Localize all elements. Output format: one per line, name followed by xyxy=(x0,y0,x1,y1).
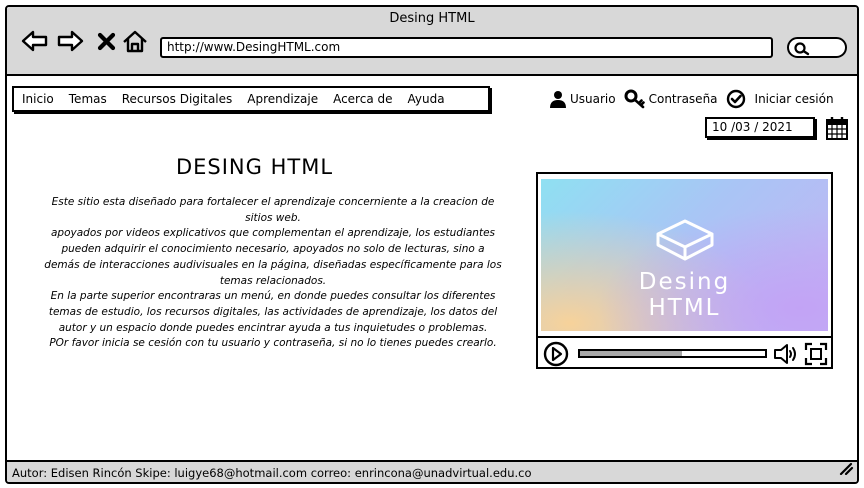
menu-item-recursos-digitales[interactable]: Recursos Digitales xyxy=(122,92,233,106)
video-logo-line2: HTML xyxy=(648,295,721,321)
status-bar: Autor: Edisen Rincón Skipe: luigye68@hot… xyxy=(7,460,857,482)
intro-paragraph: POr favor inicia se cesión con tu usuari… xyxy=(49,337,497,350)
login-area: Usuario Contraseña Iniciar cesión xyxy=(549,89,842,109)
user-link[interactable]: Usuario xyxy=(549,90,616,108)
fullscreen-icon[interactable] xyxy=(804,342,828,370)
video-player[interactable]: Desing HTML xyxy=(536,172,833,369)
intro-paragraph: apoyados por videos explicativos que com… xyxy=(44,227,502,287)
video-progress-fill xyxy=(580,351,682,356)
intro-paragraph: En la parte superior encontraras un menú… xyxy=(48,290,498,334)
video-controls xyxy=(538,336,831,367)
home-icon[interactable] xyxy=(121,27,149,55)
page-title: DESING HTML xyxy=(175,155,334,179)
intro-paragraph: Este sitio esta diseñado para fortalecer… xyxy=(51,196,495,224)
menu-item-inicio[interactable]: Inicio xyxy=(22,92,54,106)
video-logo: Desing HTML xyxy=(541,217,828,321)
window-title: Desing HTML xyxy=(389,11,475,26)
date-field[interactable]: 10 /03 / 2021 xyxy=(705,117,815,138)
menu-item-aprendizaje[interactable]: Aprendizaje xyxy=(247,92,318,106)
menu-item-ayuda[interactable]: Ayuda xyxy=(408,92,445,106)
menu-item-acerca-de[interactable]: Acerca de xyxy=(333,92,392,106)
calendar-icon[interactable] xyxy=(825,115,849,145)
cube-icon xyxy=(656,219,713,261)
user-icon xyxy=(550,91,566,108)
check-circle-icon xyxy=(726,89,745,109)
back-arrow-icon[interactable] xyxy=(21,27,49,55)
url-input[interactable]: http://www.DesingHTML.com xyxy=(160,37,773,58)
volume-icon[interactable] xyxy=(772,342,802,370)
play-icon[interactable] xyxy=(543,341,571,371)
signin-label: Iniciar cesión xyxy=(754,92,834,106)
author-info: Autor: Edisen Rincón Skipe: luigye68@hot… xyxy=(12,466,532,480)
key-icon xyxy=(624,89,645,109)
video-logo-line1: Desing xyxy=(638,269,731,295)
main-menu: Inicio Temas Recursos Digitales Aprendiz… xyxy=(12,86,490,112)
search-icon xyxy=(794,42,810,56)
password-label: Contraseña xyxy=(648,92,718,106)
video-thumbnail[interactable]: Desing HTML xyxy=(541,179,828,331)
intro-text: Este sitio esta diseñado para fortalecer… xyxy=(43,195,503,352)
video-progress-bar[interactable] xyxy=(578,349,767,358)
signin-link[interactable]: Iniciar cesión xyxy=(726,89,834,109)
title-bar: Desing HTML http://www.DesingHTML.com xyxy=(7,7,857,76)
password-link[interactable]: Contraseña xyxy=(624,89,718,109)
forward-arrow-icon[interactable] xyxy=(56,27,84,55)
search-input[interactable] xyxy=(787,37,847,58)
user-label: Usuario xyxy=(570,92,616,106)
x-icon[interactable] xyxy=(95,27,123,55)
browser-window: Desing HTML http://www.DesingHTML.com In… xyxy=(5,5,859,484)
resize-grip-icon[interactable] xyxy=(838,460,854,482)
menu-item-temas[interactable]: Temas xyxy=(69,92,107,106)
